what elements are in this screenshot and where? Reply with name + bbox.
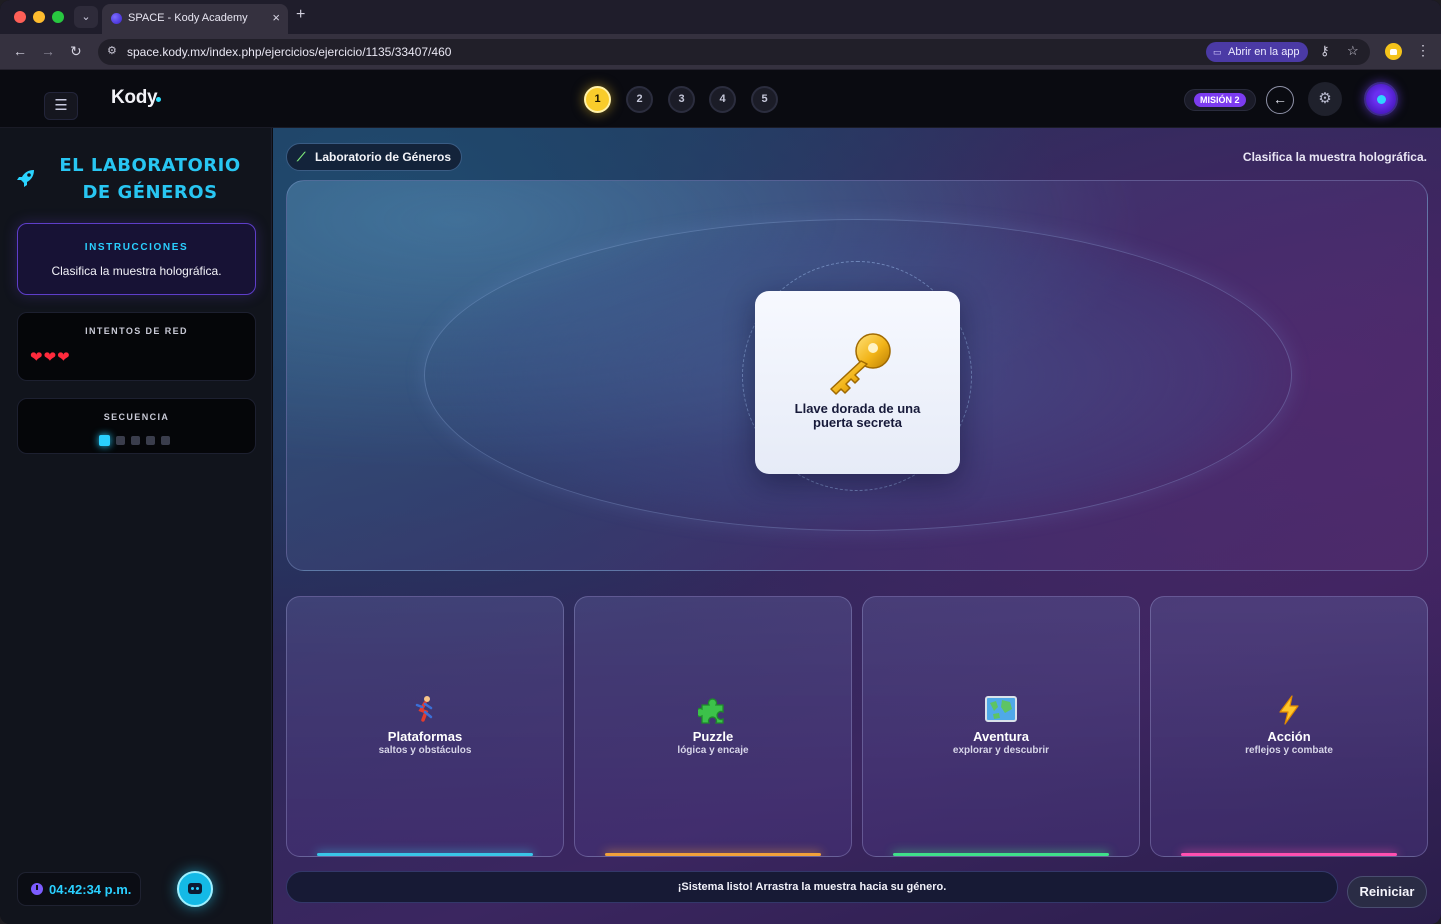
robot-icon <box>188 883 202 894</box>
golden-key-icon <box>830 333 891 395</box>
lightning-icon <box>1151 695 1427 730</box>
browser-tab[interactable]: SPACE - Kody Academy × <box>102 4 288 34</box>
sequence-card: SECUENCIA <box>17 398 256 454</box>
clock-icon <box>31 883 43 895</box>
genre-description: reflejos y combate <box>1245 745 1333 756</box>
password-key-icon[interactable]: ⚷ <box>1320 43 1330 59</box>
kody-logo[interactable]: Kody <box>111 87 158 109</box>
instructions-card: INSTRUCCIONES Clasifica la muestra holog… <box>17 223 256 295</box>
reload-button[interactable]: ↻ <box>70 43 82 60</box>
logo-dot <box>156 97 161 102</box>
sequence-dot-2 <box>116 436 125 445</box>
mission-badge: MISIÓN 2 <box>1194 93 1246 107</box>
sequence-dot-4 <box>146 436 155 445</box>
sequence-progress <box>99 432 176 446</box>
page-title: EL LABORATORIO DE GÉNEROS <box>40 152 260 206</box>
status-message: ¡Sistema listo! Arrastra la muestra haci… <box>286 871 1338 903</box>
clock-text: 04:42:34 p.m. <box>49 882 132 897</box>
genre-glow <box>1181 853 1397 856</box>
genre-glow <box>893 853 1109 856</box>
map-icon <box>863 695 1139 728</box>
genre-description: lógica y encaje <box>677 745 749 756</box>
avatar[interactable] <box>1364 82 1398 116</box>
genre-name: Aventura <box>973 729 1029 744</box>
favicon-icon <box>111 13 122 24</box>
robot-assistant-button[interactable] <box>177 871 213 907</box>
page-title-line1: EL LABORATORIO <box>59 155 241 176</box>
reset-button[interactable]: Reiniciar <box>1347 876 1427 908</box>
attempts-card: INTENTOS DE RED ❤❤❤ <box>17 312 256 381</box>
page-title-line2: DE GÉNEROS <box>82 182 218 203</box>
bookmark-star-icon[interactable]: ☆ <box>1347 43 1359 59</box>
sidebar: EL LABORATORIO DE GÉNEROS INSTRUCCIONES … <box>0 128 272 924</box>
step-5[interactable]: 5 <box>751 86 778 113</box>
step-4[interactable]: 4 <box>709 86 736 113</box>
test-tube-icon: ⟋ <box>297 150 306 164</box>
genre-name: Plataformas <box>387 729 463 744</box>
genre-glow <box>605 853 821 856</box>
browser-menu-icon[interactable]: ⋮ <box>1416 42 1430 59</box>
genre-card-puzzle[interactable]: Puzzle lógica y encaje <box>574 596 852 857</box>
sequence-dot-1 <box>99 435 110 446</box>
tab-search-button[interactable]: ⌄ <box>74 6 98 28</box>
app-header: ☰ Kody 1 2 3 4 5 MISIÓN 2 ← ⚙ <box>0 70 1441 128</box>
genre-description: explorar y descubrir <box>952 745 1050 756</box>
instructions-text: Clasifica la muestra holográfica. <box>51 264 222 278</box>
address-bar: ← → ↻ ⚙ space.kody.mx/index.php/ejercici… <box>0 34 1441 70</box>
step-2[interactable]: 2 <box>626 86 653 113</box>
clock-display: 04:42:34 p.m. <box>17 872 141 906</box>
site-info-icon[interactable]: ⚙ <box>107 44 117 57</box>
sequence-dot-3 <box>131 436 140 445</box>
app-icon: ▭ <box>1213 47 1222 57</box>
close-window-button[interactable] <box>14 11 26 23</box>
puzzle-icon <box>575 695 851 730</box>
open-in-app-button[interactable]: ▭ Abrir en la app <box>1206 42 1308 62</box>
hearts-icon: ❤❤❤ <box>30 349 71 366</box>
sequence-label: SECUENCIA <box>103 412 170 422</box>
genre-name: Puzzle <box>692 729 734 744</box>
browser-profile-icon[interactable] <box>1385 43 1402 60</box>
settings-gear-icon[interactable]: ⚙ <box>1308 82 1342 116</box>
minimize-window-button[interactable] <box>33 11 45 23</box>
url-text: space.kody.mx/index.php/ejercicios/ejerc… <box>127 45 452 59</box>
main-panel: ⟋ Laboratorio de Géneros Clasifica la mu… <box>273 128 1441 924</box>
instructions-label: INSTRUCCIONES <box>84 242 189 253</box>
mission-indicator: MISIÓN 2 <box>1184 89 1256 111</box>
url-field[interactable]: ⚙ space.kody.mx/index.php/ejercicios/eje… <box>98 39 1370 65</box>
tab-title: SPACE - Kody Academy <box>128 12 248 24</box>
genre-glow <box>317 853 533 856</box>
step-1[interactable]: 1 <box>584 86 611 113</box>
maximize-window-button[interactable] <box>52 11 64 23</box>
open-in-app-label: Abrir en la app <box>1228 46 1300 58</box>
sample-label: Llave dorada de una puerta secreta <box>794 401 921 430</box>
genre-name: Acción <box>1267 729 1311 744</box>
tab-bar: ⌄ SPACE - Kody Academy × + <box>0 0 1441 34</box>
top-hint: Clasifica la muestra holográfica. <box>1242 150 1427 164</box>
avatar-dot <box>1377 95 1386 104</box>
runner-icon <box>287 695 563 728</box>
lab-label-text: Laboratorio de Géneros <box>315 150 452 164</box>
genre-card-plataformas[interactable]: Plataformas saltos y obstáculos <box>286 596 564 857</box>
genre-card-aventura[interactable]: Aventura explorar y descubrir <box>862 596 1140 857</box>
sequence-dot-5 <box>161 436 170 445</box>
lab-label: ⟋ Laboratorio de Géneros <box>286 143 463 171</box>
tab-close-icon[interactable]: × <box>272 10 280 25</box>
hamburger-menu-icon[interactable]: ☰ <box>44 92 78 120</box>
rocket-icon <box>16 168 36 194</box>
genre-description: saltos y obstáculos <box>378 745 472 756</box>
back-arrow-icon[interactable]: ← <box>1266 86 1294 114</box>
step-3[interactable]: 3 <box>668 86 695 113</box>
forward-button[interactable]: → <box>41 43 55 59</box>
browser-window: ⌄ SPACE - Kody Academy × + ← → ↻ ⚙ space… <box>0 0 1441 924</box>
new-tab-button[interactable]: + <box>296 6 305 24</box>
genre-card-accion[interactable]: Acción reflejos y combate <box>1150 596 1428 857</box>
sample-stage: Llave dorada de una puerta secreta <box>286 180 1428 571</box>
attempts-label: INTENTOS DE RED <box>85 326 188 336</box>
sample-card[interactable]: Llave dorada de una puerta secreta <box>755 291 960 474</box>
back-button[interactable]: ← <box>13 43 27 59</box>
